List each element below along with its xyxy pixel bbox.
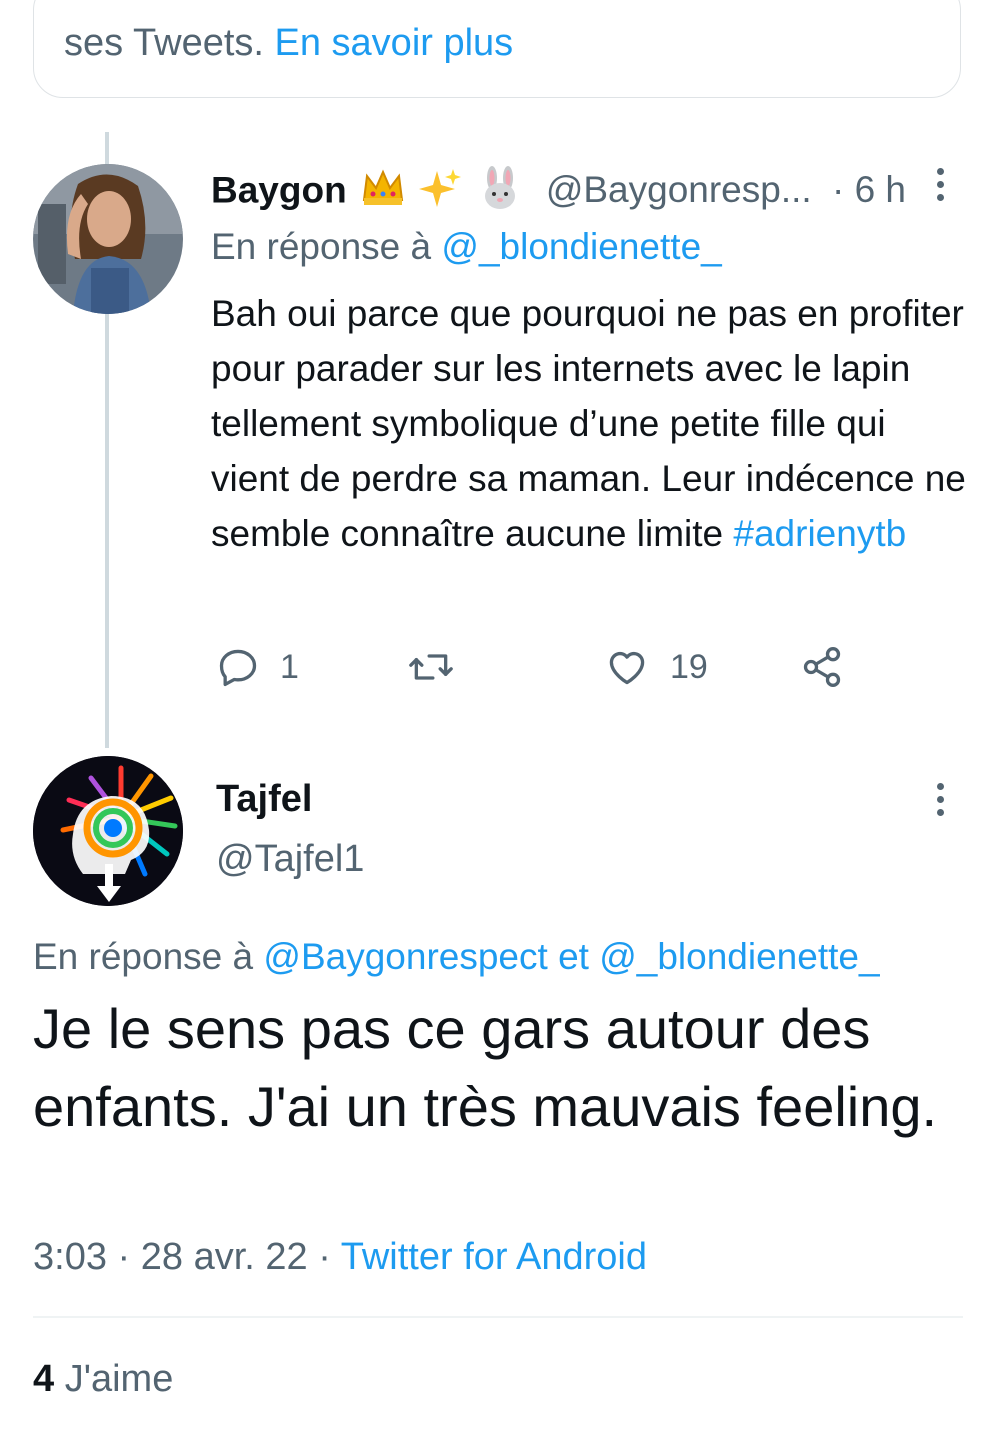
likes-count: 4 [33, 1358, 55, 1400]
tweet2-body: Je le sens pas ce gars autour des enfant… [33, 997, 938, 1138]
reply-button[interactable]: 1 [216, 644, 299, 690]
likes-label: J'aime [64, 1358, 174, 1400]
tweet-time[interactable]: 3:03 [33, 1236, 107, 1278]
reply-context: En réponse à @_blondienette_ [211, 226, 722, 268]
avatar-baygon[interactable] [33, 164, 183, 314]
author-handle[interactable]: @Tajfel1 [216, 838, 364, 881]
reply-to-mention[interactable]: @_blondienette_ [599, 936, 879, 977]
like-count: 19 [670, 647, 708, 686]
divider [33, 1316, 963, 1318]
reply-to-mention[interactable]: @Baygonrespect [263, 936, 547, 977]
notice-text: ses Tweets. En savoir plus [64, 22, 513, 65]
tweet-metadata: 3:03 · 28 avr. 22 · Twitter for Android [33, 1236, 647, 1279]
tweet-date[interactable]: 28 avr. 22 [141, 1236, 308, 1278]
rabbit-emoji [478, 166, 522, 219]
meta-separator: · [318, 1236, 331, 1278]
reply-count: 1 [280, 647, 299, 686]
author-name[interactable]: Baygon [211, 169, 347, 210]
share-icon [803, 647, 841, 687]
sparkles-emoji [419, 167, 463, 218]
avatar-tajfel[interactable] [33, 756, 183, 906]
reply-conjunction: et [558, 936, 589, 977]
more-options-icon[interactable] [935, 168, 945, 201]
learn-more-link[interactable]: En savoir plus [275, 22, 514, 64]
reply-to-mention[interactable]: @_blondienette_ [441, 226, 721, 267]
heart-icon [609, 651, 645, 685]
author-handle[interactable]: @Baygonresp... [546, 169, 812, 210]
notice-label: ses Tweets. [64, 22, 264, 64]
retweet-button[interactable] [406, 644, 476, 690]
retweet-icon [409, 654, 453, 680]
crown-emoji [361, 168, 405, 217]
likes-summary[interactable]: 4 J'aime [33, 1358, 173, 1401]
tweet1-text: Bah oui parce que pourquoi ne pas en pro… [211, 286, 971, 561]
like-button[interactable]: 19 [604, 644, 708, 690]
reply-icon [219, 649, 257, 687]
more-options-icon[interactable] [935, 783, 945, 816]
reply-prefix: En réponse à [211, 226, 432, 267]
author-name[interactable]: Tajfel [216, 778, 312, 821]
hashtag-link[interactable]: #adrienytb [733, 513, 906, 554]
meta-separator: · [117, 1236, 131, 1278]
tweet1-header: Baygon @Baygonresp... · 6 h [211, 166, 906, 214]
reply-context: En réponse à @Baygonrespect et @_blondie… [33, 936, 880, 978]
reply-prefix: En réponse à [33, 936, 254, 977]
share-button[interactable] [800, 644, 844, 690]
tweet-source-link[interactable]: Twitter for Android [341, 1236, 647, 1278]
tweet-time[interactable]: · 6 h [832, 169, 906, 210]
